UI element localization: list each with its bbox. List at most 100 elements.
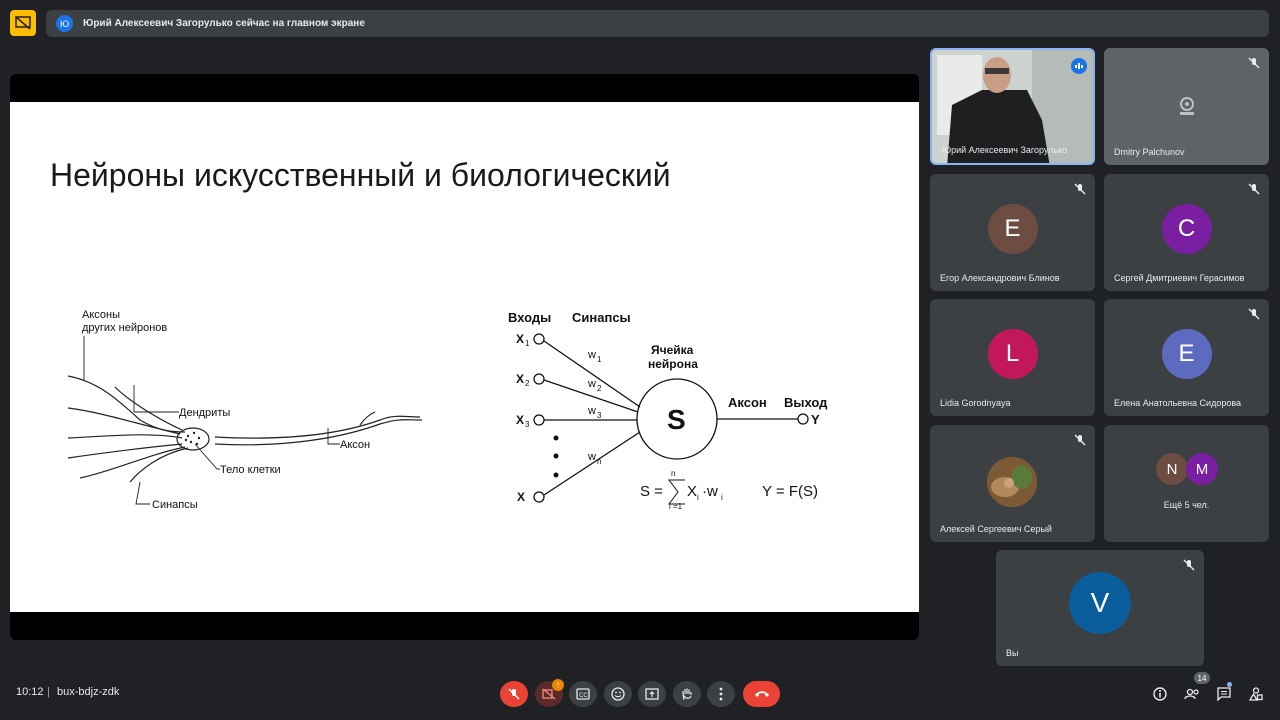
cell-label-2: нейрона [648,357,698,371]
cell-label-1: Ячейка [651,343,694,357]
participant-tile-2[interactable]: E Егор Александрович Блинов [930,174,1095,291]
participant-tile-6[interactable]: Алексей Сергеевич Серый [930,425,1095,542]
participant-tile-3[interactable]: C Сергей Дмитриевич Герасимов [1104,174,1269,291]
meeting-code: bux-bdjz-zdk [57,686,120,698]
activities-button[interactable] [1247,685,1265,703]
avatar: V [1069,572,1131,635]
mic-off-icon [1247,182,1261,196]
svg-text:CC: CC [579,693,588,699]
avatar: E [987,203,1038,254]
avatar-stack: N M [1156,453,1220,485]
people-icon [1184,688,1199,700]
dendrites-label: Дендриты [179,407,230,419]
sum-w-sub: i [721,493,723,502]
leave-call-button[interactable] [743,681,780,707]
sum-x-sub: i [697,493,699,502]
emoji-icon [611,687,625,701]
participant-name: Lidia Gorodnyaya [940,398,1011,408]
input-x3: X [516,413,524,427]
sum-top: n [671,469,675,478]
avatar: L [987,328,1038,379]
mic-off-icon [1182,558,1196,572]
cell-body-label: Тело клетки [220,464,281,476]
participant-name: Dmitry Palchunov [1114,147,1185,157]
reactions-button[interactable] [604,681,632,707]
captions-icon: CC [576,688,590,700]
activation-formula: Y = F(S) [762,483,818,500]
synapses-header: Синапсы [572,310,631,325]
participant-tile-5[interactable]: E Елена Анатольевна Сидорова [1104,299,1269,416]
participant-name: Алексей Сергеевич Серый [940,524,1052,534]
participant-tile-1[interactable]: Dmitry Palchunov [1104,48,1269,165]
participant-tile-4[interactable]: L Lidia Gorodnyaya [930,299,1095,416]
presentation-stage: Нейроны искусственный и биологический Ак… [10,74,919,640]
weight-w2: w [587,378,596,390]
no-camera-icon [1176,95,1198,117]
input-x3-sub: 3 [525,420,530,429]
info-icon [1153,687,1167,701]
avatar: E [1161,328,1212,379]
weight-w2-sub: 2 [597,384,602,393]
presenter-banner-text: Юрий Алексеевич Загорулько сейчас на гла… [83,18,365,29]
participant-name: Вы [1006,648,1019,658]
mic-off-icon [1073,433,1087,447]
axons-label: Аксоны [82,309,120,321]
chat-button[interactable] [1215,685,1233,703]
chat-icon [1217,687,1231,701]
weight-w1: w [587,349,596,361]
camera-warning-badge: ! [552,679,564,691]
chat-unread-dot [1227,682,1232,687]
more-participants-label: Ещё 5 чел. [1163,500,1210,510]
axon-label: Аксон [340,439,370,451]
weight-wn: w [587,451,596,463]
input-x1-sub: 1 [525,339,530,348]
raise-hand-button[interactable] [673,681,701,707]
present-now-button[interactable] [638,681,666,707]
weight-w3: w [587,405,596,417]
presentation-icon[interactable] [10,10,36,36]
other-neurons-label: других нейронов [82,322,167,334]
more-options-button[interactable] [707,681,735,707]
neuron-diagram: Аксоны других нейронов Дендриты Аксон Те… [67,309,828,511]
synapses-label: Синапсы [152,499,198,511]
sum-x: X [687,483,697,500]
mic-off-icon [1073,182,1087,196]
clock: 10:12 [16,686,44,698]
weight-w1-sub: 1 [597,355,602,364]
avatar: M [1186,453,1218,485]
activities-icon [1249,687,1263,701]
present-screen-icon [645,688,659,700]
mic-off-icon [1247,307,1261,321]
mic-muted-icon [508,688,520,700]
participant-tile-self[interactable]: V Вы [996,550,1204,666]
weight-wn-sub: n [597,457,601,466]
presenter-avatar: Ю [56,15,73,32]
captions-button[interactable]: CC [569,681,597,707]
avatar: N [1156,453,1188,485]
input-x2-sub: 2 [525,379,530,388]
participant-name: Юрий Алексеевич Загорулько [942,145,1068,155]
separator: | [47,686,50,698]
participant-name: Сергей Дмитриевич Герасимов [1114,273,1245,283]
raise-hand-icon [682,688,692,701]
participant-tile-0[interactable]: Юрий Алексеевич Загорулько [930,48,1095,165]
meeting-details-button[interactable] [1151,685,1169,703]
avatar-photo [987,457,1037,507]
axon-header: Аксон [728,395,767,410]
avatar: C [1161,203,1212,254]
speaking-indicator-icon [1071,58,1087,74]
weight-w3-sub: 3 [597,411,602,420]
presenter-banner: Ю Юрий Алексеевич Загорулько сейчас на г… [46,10,1269,37]
input-x1: X [516,332,524,346]
output-y: Y [811,412,820,427]
participant-tile-more[interactable]: N M Ещё 5 чел. [1104,425,1269,542]
mic-toggle-button[interactable] [500,681,528,707]
sum-left: S = [640,483,663,500]
inputs-label: Входы [508,310,551,325]
participant-name: Елена Анатольевна Сидорова [1114,398,1242,408]
participant-count-badge: 14 [1194,672,1210,684]
input-xn: X [517,490,525,504]
people-button[interactable] [1183,685,1201,703]
sum-bottom: i =1 [669,502,683,511]
participant-name: Егор Александрович Блинов [940,273,1060,283]
